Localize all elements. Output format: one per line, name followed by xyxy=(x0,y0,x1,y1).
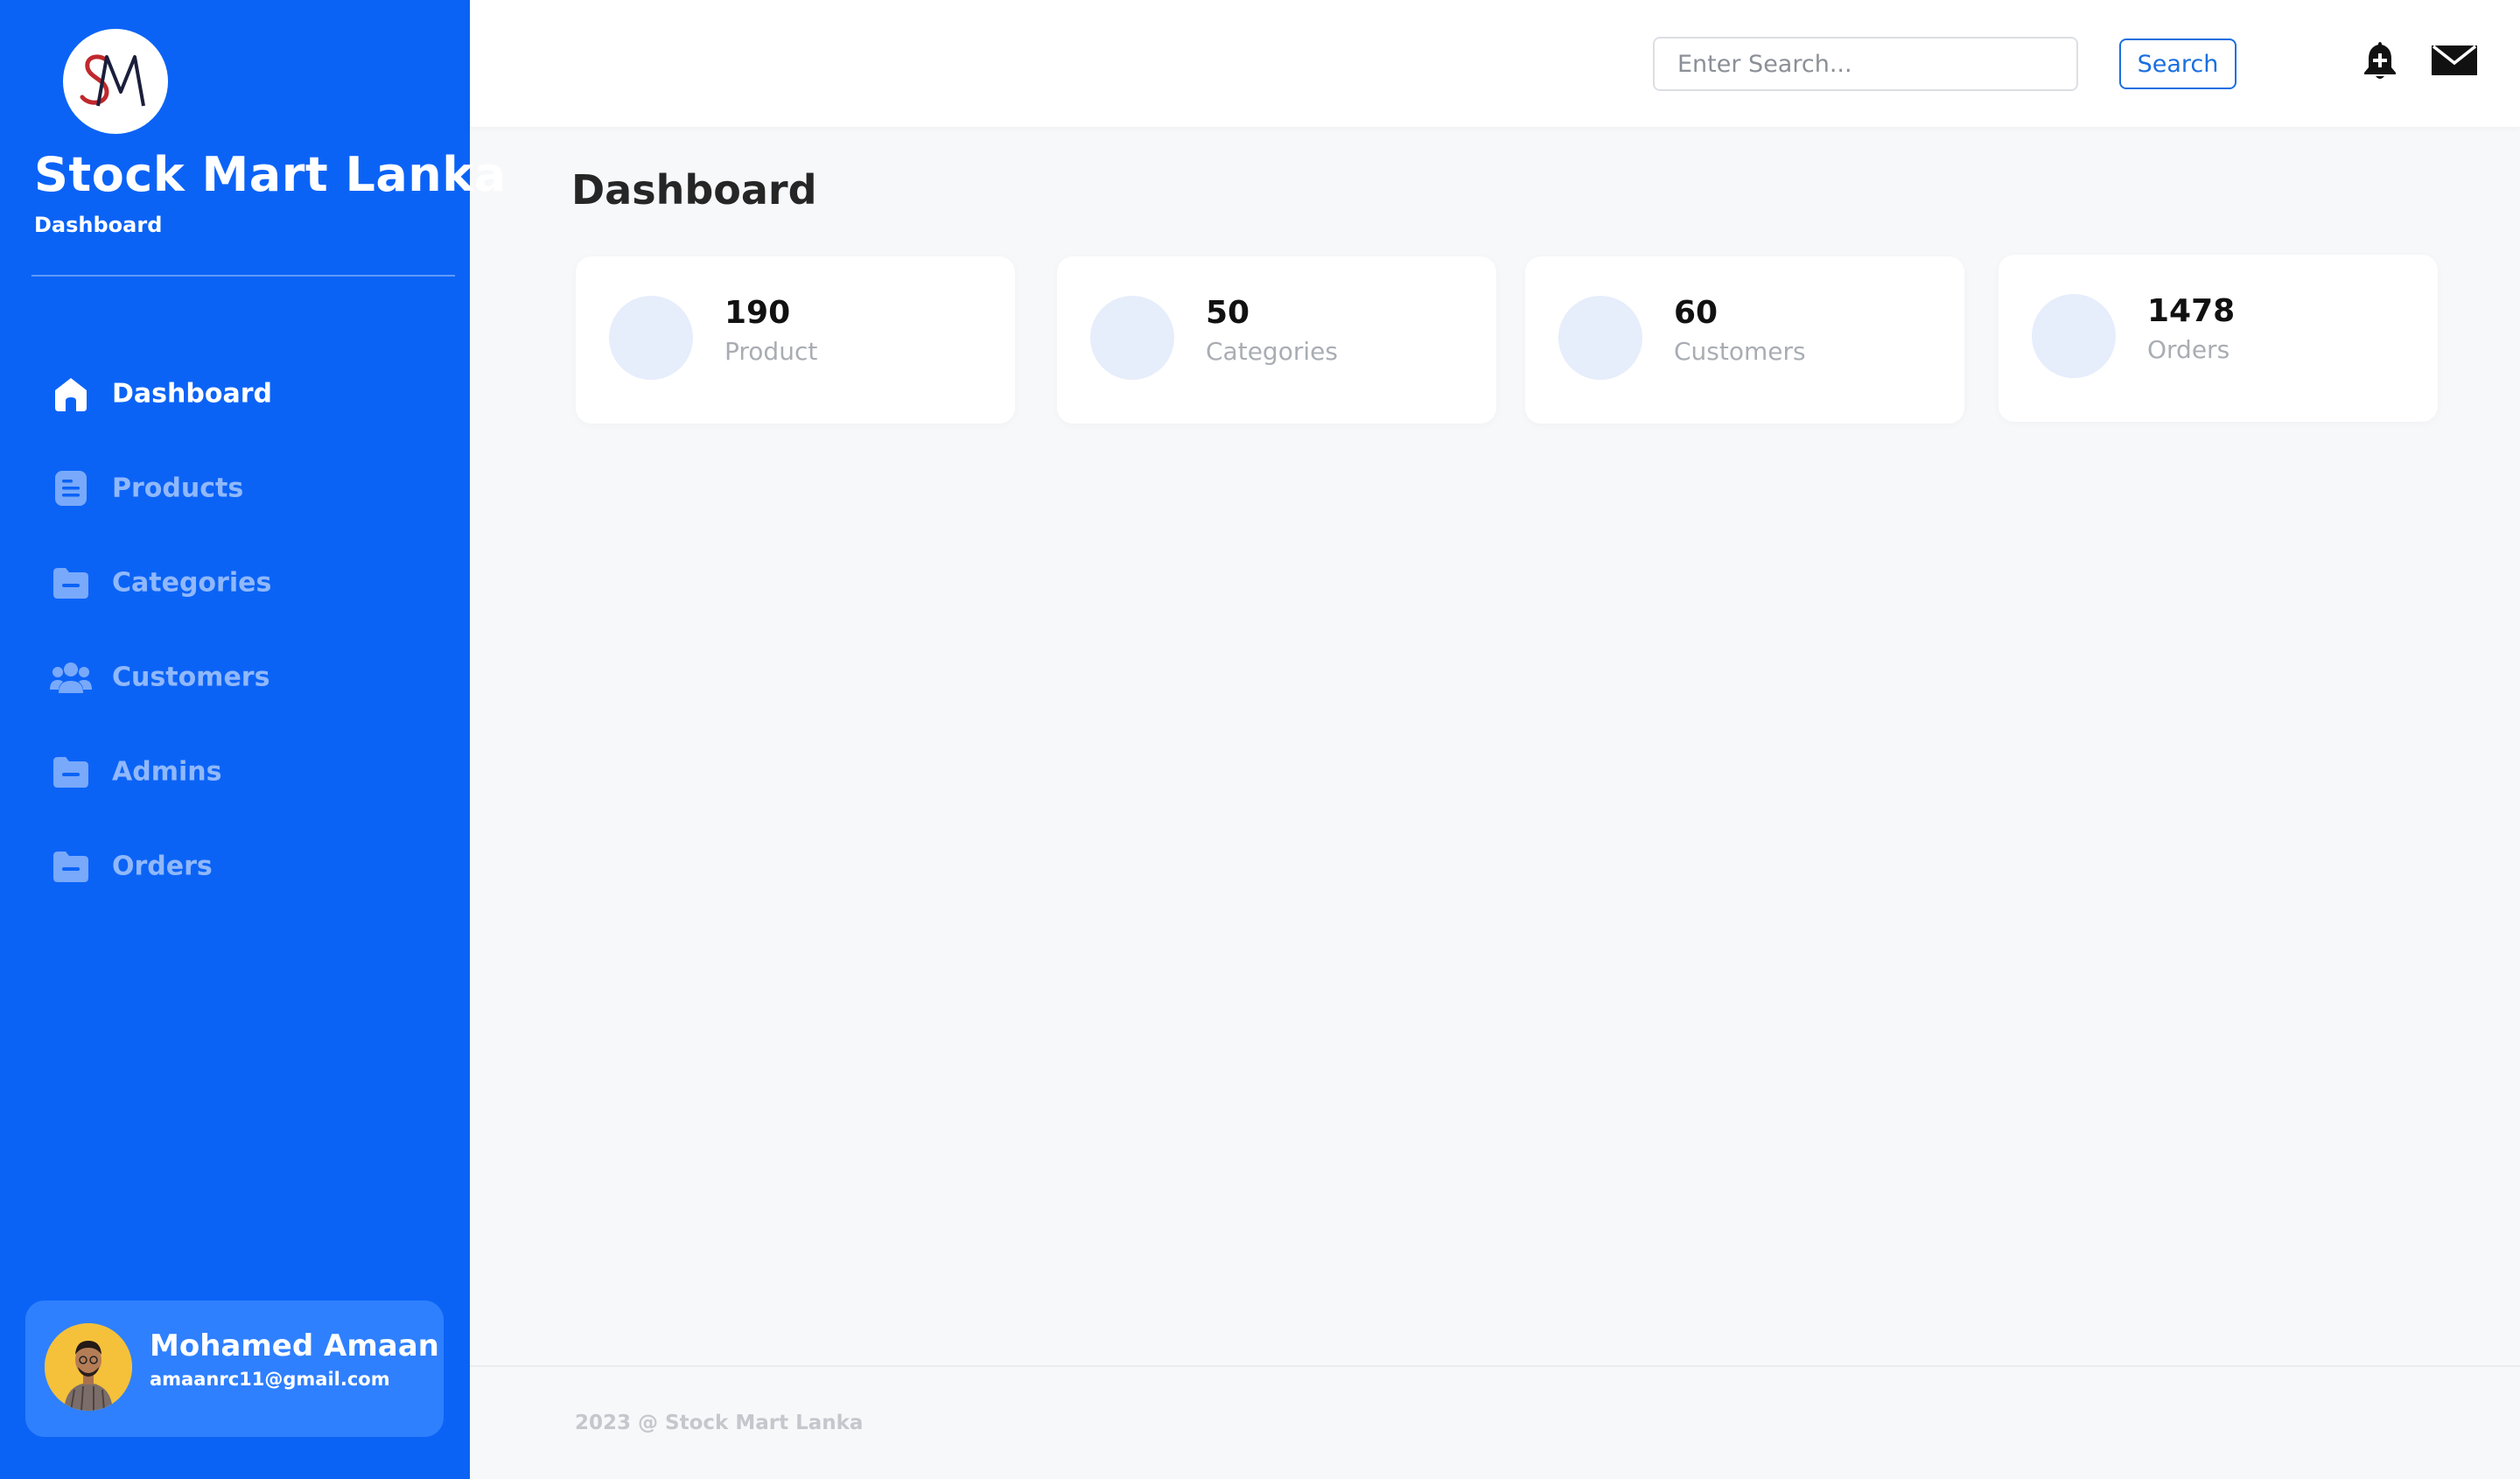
users-icon xyxy=(50,656,92,698)
footer-divider xyxy=(470,1365,2520,1367)
stat-label: Customers xyxy=(1674,337,1806,366)
stat-value: 60 xyxy=(1674,295,1718,331)
stat-icon-placeholder xyxy=(609,296,693,380)
stat-value: 190 xyxy=(724,295,791,331)
sidebar: Stock Mart Lanka Dashboard Dashboard Pro… xyxy=(0,0,506,1479)
page-title: Dashboard xyxy=(571,166,817,214)
sidebar-item-label: Dashboard xyxy=(112,378,272,410)
sidebar-divider xyxy=(32,275,455,277)
search-input[interactable] xyxy=(1653,37,2078,91)
sidebar-item-categories[interactable]: Categories xyxy=(0,536,470,630)
avatar xyxy=(45,1323,132,1411)
folder-icon xyxy=(50,562,92,604)
stat-label: Product xyxy=(724,337,818,366)
brand-title: Stock Mart Lanka xyxy=(34,147,507,202)
mail-icon[interactable] xyxy=(2430,44,2479,77)
home-icon xyxy=(50,373,92,415)
logo-monogram-icon xyxy=(80,54,145,107)
brand-subtitle: Dashboard xyxy=(34,213,163,237)
stat-value: 50 xyxy=(1206,295,1250,331)
stat-card-products[interactable]: 190 Product xyxy=(576,256,1015,424)
stat-card-customers[interactable]: 60 Customers xyxy=(1525,256,1964,424)
stat-card-categories[interactable]: 50 Categories xyxy=(1057,256,1496,424)
user-photo-icon xyxy=(45,1323,132,1411)
sidebar-item-dashboard[interactable]: Dashboard xyxy=(0,347,470,441)
folder-icon xyxy=(50,845,92,887)
stat-icon-placeholder xyxy=(2032,294,2116,378)
stat-icon-placeholder xyxy=(1558,296,1642,380)
bell-plus-icon[interactable] xyxy=(2362,40,2398,81)
footer-copyright: 2023 @ Stock Mart Lanka xyxy=(575,1412,864,1434)
sidebar-item-products[interactable]: Products xyxy=(0,441,470,536)
profile-email: amaanrc11@gmail.com xyxy=(150,1369,390,1390)
sidebar-item-label: Admins xyxy=(112,756,222,788)
document-icon xyxy=(50,467,92,509)
stat-label: Orders xyxy=(2147,335,2230,364)
search-button[interactable]: Search xyxy=(2119,39,2236,89)
sidebar-item-label: Customers xyxy=(112,662,270,693)
sidebar-item-orders[interactable]: Orders xyxy=(0,819,470,914)
brand-logo[interactable] xyxy=(63,29,168,134)
sidebar-item-customers[interactable]: Customers xyxy=(0,630,470,725)
sidebar-nav: Dashboard Products Categories Customers … xyxy=(0,347,470,914)
sidebar-item-label: Products xyxy=(112,473,244,504)
stat-value: 1478 xyxy=(2147,293,2236,329)
folder-icon xyxy=(50,751,92,793)
stat-icon-placeholder xyxy=(1090,296,1174,380)
top-bar: Search xyxy=(470,0,2520,127)
stat-label: Categories xyxy=(1206,337,1338,366)
sidebar-item-label: Orders xyxy=(112,851,213,882)
sidebar-item-admins[interactable]: Admins xyxy=(0,725,470,819)
profile-name: Mohamed Amaan xyxy=(150,1328,439,1363)
user-profile-card[interactable]: Mohamed Amaan amaanrc11@gmail.com xyxy=(25,1300,444,1437)
sidebar-item-label: Categories xyxy=(112,567,272,599)
stat-card-orders[interactable]: 1478 Orders xyxy=(1998,255,2438,422)
